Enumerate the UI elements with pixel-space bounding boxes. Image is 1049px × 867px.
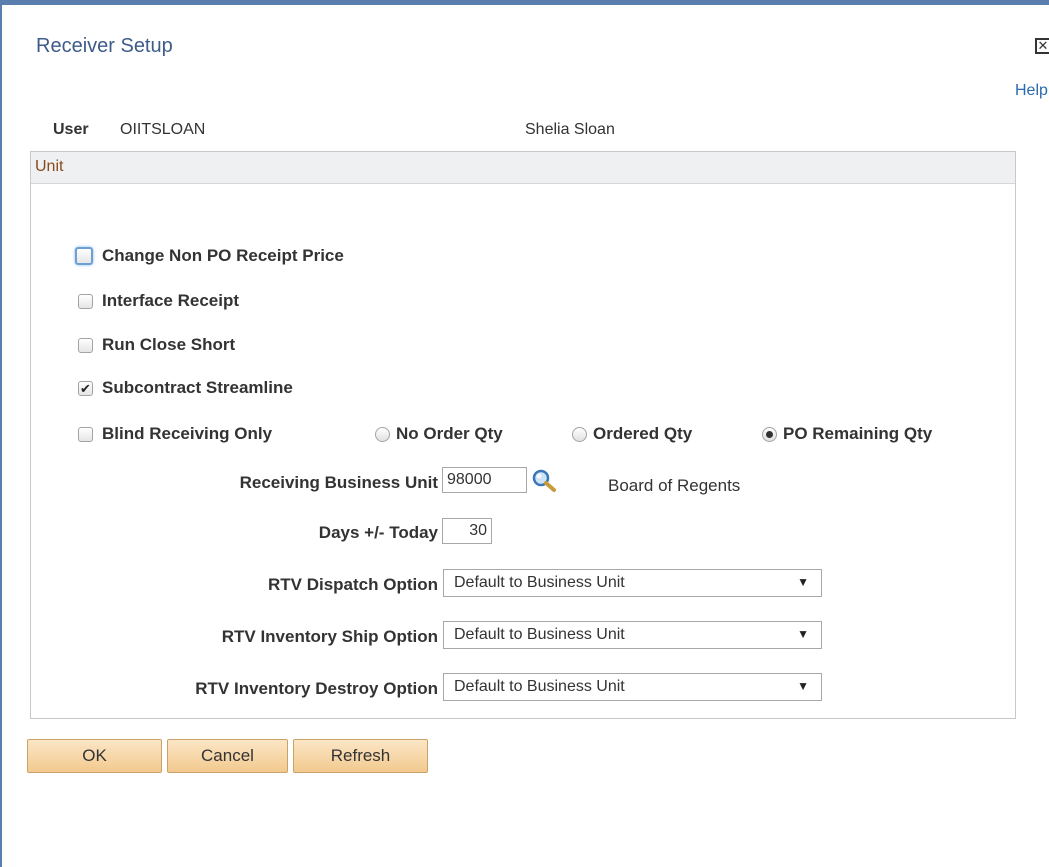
user-label: User (53, 121, 89, 138)
rtv-inventory-destroy-option-label: RTV Inventory Destroy Option (195, 679, 438, 698)
radio-po-remaining-qty-row: PO Remaining Qty (762, 424, 932, 444)
receiver-setup-modal: Receiver Setup ✕ Help User OIITSLOAN She… (0, 0, 1049, 867)
rtv-dispatch-option-label: RTV Dispatch Option (268, 575, 438, 594)
close-icon[interactable]: ✕ (1035, 38, 1049, 54)
rtv-dispatch-option-select[interactable]: Default to Business Unit ▼ (443, 569, 822, 597)
ok-button[interactable]: OK (27, 739, 162, 773)
rtv-dispatch-option-value: Default to Business Unit (454, 574, 625, 591)
help-link[interactable]: Help (1015, 82, 1048, 100)
modal-title: Receiver Setup (36, 35, 173, 57)
blind-receiving-only-checkbox[interactable] (78, 426, 93, 442)
rtv-inventory-ship-option-label: RTV Inventory Ship Option (221, 627, 438, 646)
chevron-down-icon: ▼ (797, 627, 809, 641)
cancel-button[interactable]: Cancel (167, 739, 288, 773)
change-non-po-receipt-price-row: Change Non PO Receipt Price (75, 246, 344, 266)
days-today-input[interactable] (442, 518, 492, 544)
days-today-label: Days +/- Today (318, 523, 438, 542)
blind-receiving-only-label: Blind Receiving Only (102, 424, 273, 443)
radio-no-order-qty-row: No Order Qty (375, 424, 503, 444)
po-remaining-qty-label: PO Remaining Qty (783, 424, 933, 443)
interface-receipt-row: Interface Receipt (78, 291, 239, 311)
receiving-business-unit-input[interactable] (442, 467, 527, 493)
rtv-inventory-ship-option-select[interactable]: Default to Business Unit ▼ (443, 621, 822, 649)
radio-ordered-qty-row: Ordered Qty (572, 424, 692, 444)
change-non-po-receipt-price-checkbox[interactable] (75, 247, 93, 265)
chevron-down-icon: ▼ (797, 575, 809, 589)
refresh-button[interactable]: Refresh (293, 739, 428, 773)
blind-receiving-only-row: Blind Receiving Only (78, 424, 272, 444)
chevron-down-icon: ▼ (797, 679, 809, 693)
receiving-business-unit-label: Receiving Business Unit (239, 473, 438, 492)
user-name: Shelia Sloan (525, 121, 615, 138)
receiving-business-unit-description: Board of Regents (608, 476, 741, 495)
po-remaining-qty-radio[interactable] (762, 426, 777, 442)
user-id: OIITSLOAN (120, 121, 206, 138)
no-order-qty-radio[interactable] (375, 426, 390, 442)
run-close-short-label: Run Close Short (102, 335, 236, 354)
unit-section-header: Unit (31, 152, 1015, 184)
change-non-po-receipt-price-label: Change Non PO Receipt Price (102, 246, 344, 265)
run-close-short-row: Run Close Short (78, 335, 235, 355)
rtv-inventory-destroy-option-select[interactable]: Default to Business Unit ▼ (443, 673, 822, 701)
rtv-inventory-destroy-option-value: Default to Business Unit (454, 678, 625, 695)
run-close-short-checkbox[interactable] (78, 337, 93, 353)
subcontract-streamline-label: Subcontract Streamline (102, 378, 293, 397)
subcontract-streamline-checkbox[interactable]: ✔ (78, 380, 93, 396)
no-order-qty-label: No Order Qty (396, 424, 503, 443)
interface-receipt-label: Interface Receipt (102, 291, 239, 310)
interface-receipt-checkbox[interactable] (78, 293, 93, 309)
ordered-qty-radio[interactable] (572, 426, 587, 442)
ordered-qty-label: Ordered Qty (593, 424, 693, 443)
rtv-inventory-ship-option-value: Default to Business Unit (454, 626, 625, 643)
subcontract-streamline-row: ✔ Subcontract Streamline (78, 378, 293, 398)
lookup-search-icon[interactable] (531, 468, 557, 492)
